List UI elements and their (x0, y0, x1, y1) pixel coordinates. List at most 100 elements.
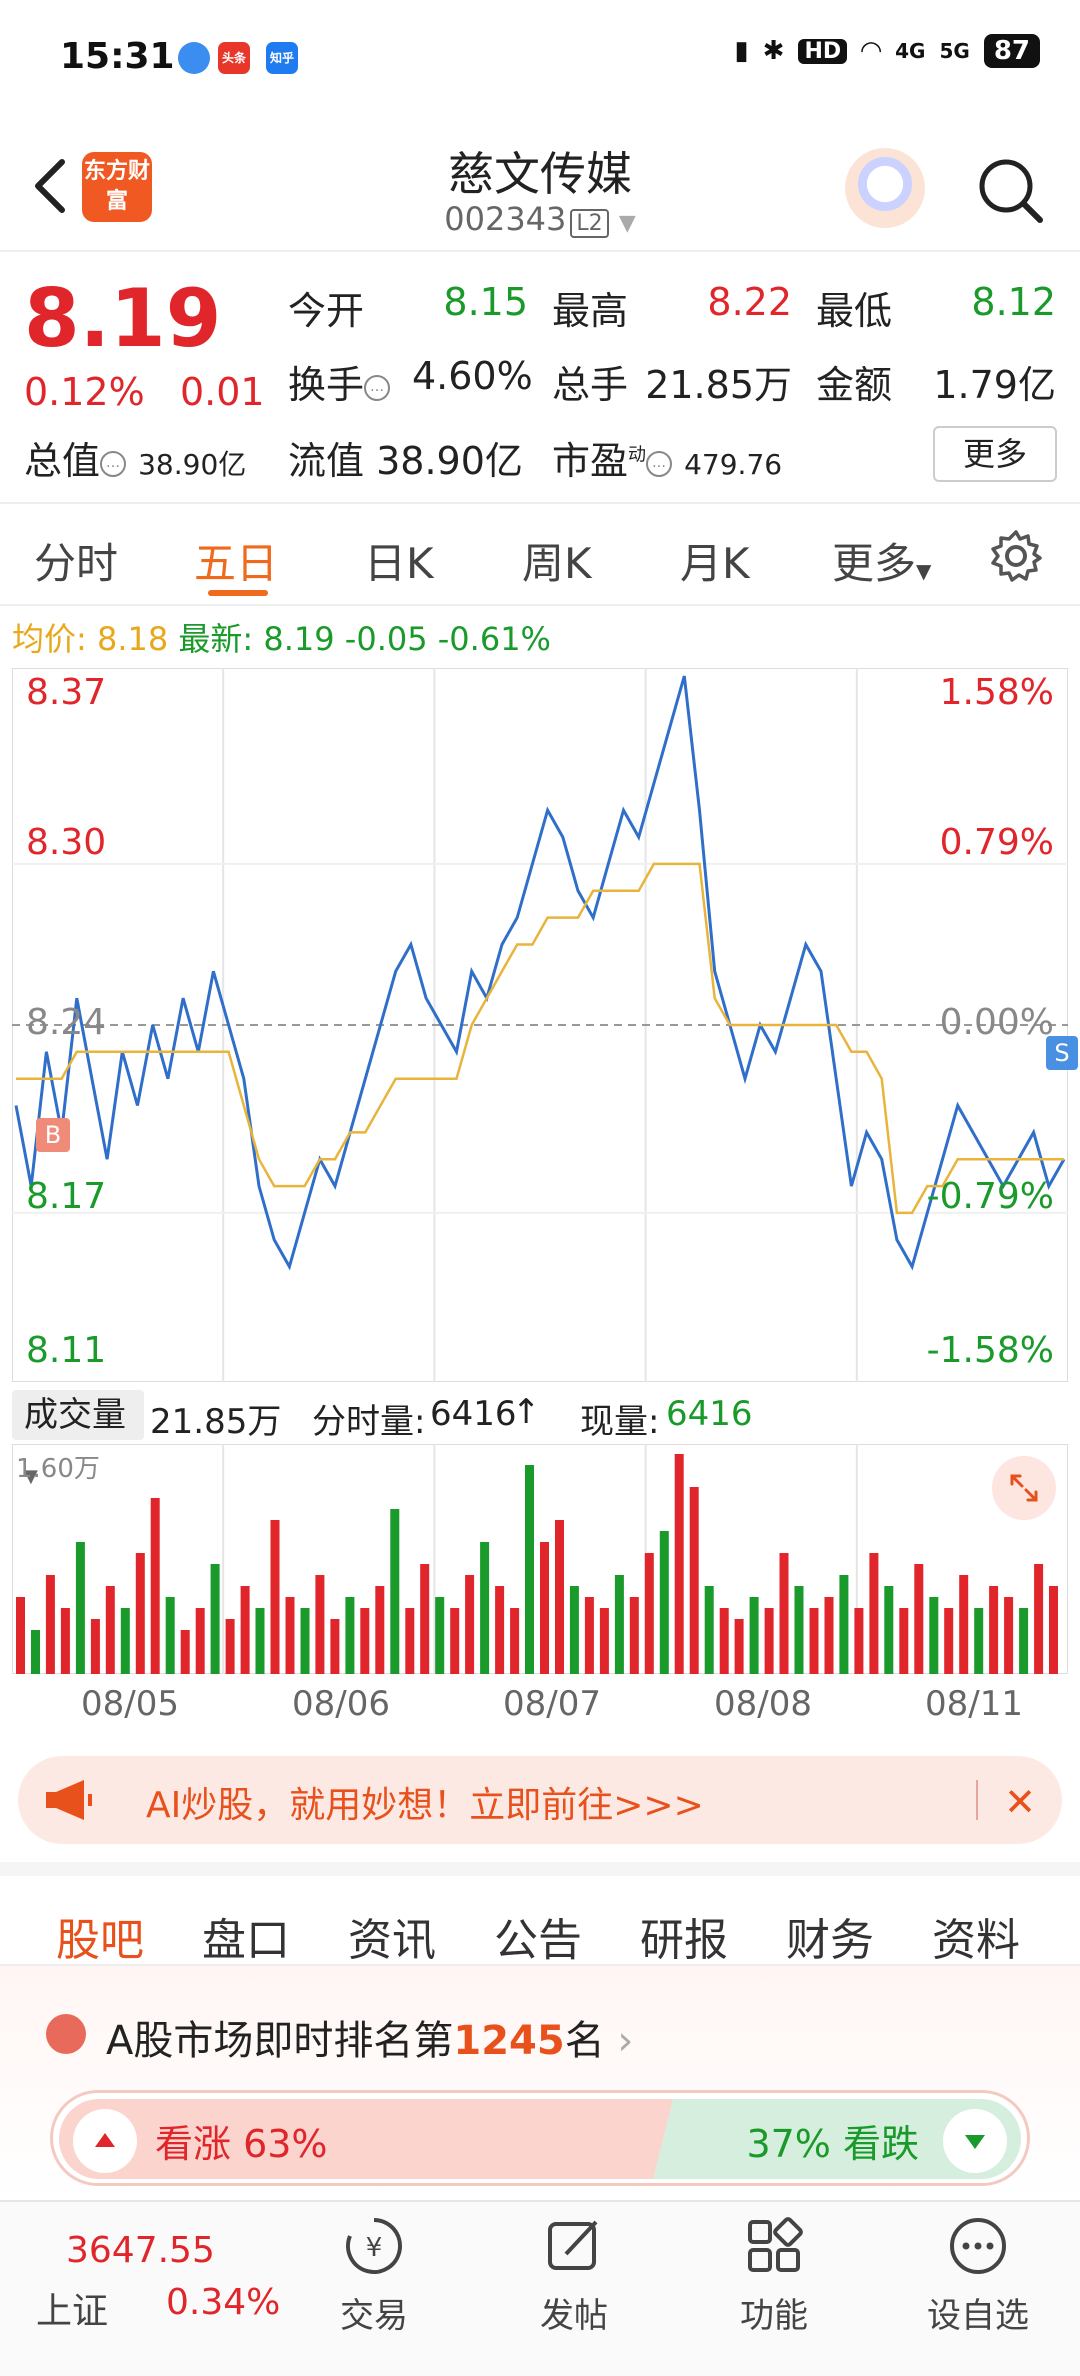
volume-bar (704, 1586, 714, 1674)
tab-news[interactable]: 资讯 (348, 1904, 436, 1968)
y-tick-left: 8.30 (26, 822, 107, 863)
nav-trade[interactable]: ¥ 交易 (304, 2214, 444, 2337)
rank-number: 1245 (453, 2018, 565, 2064)
tab-guba[interactable]: 股吧 (56, 1904, 144, 1968)
date-axis: 08/05 08/06 08/07 08/08 08/11 (12, 1684, 1068, 1734)
pe-value: 479.76 (684, 448, 783, 481)
pe-row[interactable]: 市盈动… 479.76 (552, 430, 782, 485)
wifi-icon: ◠ (861, 36, 882, 66)
volume-bar (764, 1608, 774, 1674)
nav-functions[interactable]: 功能 (704, 2214, 844, 2337)
volume-bar (450, 1608, 460, 1674)
rank-text[interactable]: A股市场即时排名第1245名 › (106, 2008, 633, 2066)
y-tick-left: 8.37 (26, 672, 107, 713)
volume-bar (824, 1597, 834, 1674)
tab-weekly-k[interactable]: 周K (522, 530, 592, 591)
volume-bar (1019, 1608, 1029, 1674)
search-icon[interactable] (976, 156, 1044, 224)
volume-bar (120, 1608, 130, 1674)
ai-robot-avatar[interactable] (845, 148, 925, 228)
low-value: 8.12 (971, 280, 1056, 324)
date-label: 08/11 (925, 1684, 1023, 1724)
nav-post-label: 发帖 (540, 2296, 608, 2336)
five-day-price-chart[interactable]: 8.37 8.30 8.24 8.17 8.11 1.58% 0.79% 0.0… (11, 667, 1078, 1383)
tab-more-label: 更多 (832, 539, 917, 588)
gear-icon[interactable] (988, 528, 1044, 584)
volume-bar (300, 1608, 310, 1674)
ai-banner-text[interactable]: AI炒股，就用妙想！立即前往>>> (146, 1776, 704, 1828)
more-button[interactable]: 更多 (933, 426, 1057, 482)
expand-icon[interactable] (992, 1456, 1056, 1520)
volume-bar (869, 1553, 879, 1674)
buy-marker[interactable]: B (36, 1118, 70, 1152)
turnover-row[interactable]: 换手… (288, 354, 391, 409)
volume-bar (854, 1608, 864, 1674)
sell-marker[interactable]: S (1046, 1036, 1078, 1070)
volume-chart[interactable]: 1.60万 (11, 1443, 1069, 1675)
current-price: 8.19 (24, 272, 222, 365)
bear-vote-button[interactable] (943, 2109, 1007, 2173)
tab-announcements[interactable]: 公告 (494, 1904, 582, 1968)
tab-order-book[interactable]: 盘口 (202, 1904, 290, 1968)
zhihu-app-icon: 知乎 (266, 42, 298, 74)
volume-bar (674, 1454, 684, 1674)
bear-label: 37% 看跌 (746, 2122, 919, 2166)
volume-bar (180, 1630, 190, 1674)
minute-volume-value: 6416 (430, 1394, 517, 1434)
clock: 15:31 (60, 36, 175, 77)
volume-bar (165, 1597, 175, 1674)
volume-bar (959, 1575, 969, 1674)
toutiao-app-icon: 头条 (218, 42, 250, 74)
info-icon: … (646, 450, 673, 477)
more-dots-icon (950, 2218, 1006, 2274)
tab-daily-k[interactable]: 日K (364, 530, 434, 591)
info-icon: … (100, 450, 127, 477)
tab-finance[interactable]: 财务 (786, 1904, 874, 1968)
bull-fill (59, 2099, 677, 2179)
volume-selector[interactable]: 成交量 ▼ (12, 1390, 144, 1487)
tab-intraday[interactable]: 分时 (34, 530, 118, 591)
volume-bar (929, 1597, 939, 1674)
volume-bar (345, 1597, 355, 1674)
ranking-chart-icon (46, 2014, 86, 2054)
volume-bar (794, 1586, 804, 1674)
volume-bar (914, 1564, 924, 1674)
turnover-label: 换手 (288, 363, 365, 407)
svg-text:¥: ¥ (366, 2233, 383, 2263)
amount-value: 1.79亿 (933, 363, 1056, 407)
volume-bar (435, 1597, 445, 1674)
mktcap-row[interactable]: 总值… 38.90亿 (24, 430, 246, 485)
volume-bar (689, 1487, 699, 1674)
stock-code: 002343 (444, 200, 567, 238)
nav-add-watchlist[interactable]: 设自选 (908, 2214, 1048, 2337)
ai-promo-banner[interactable]: AI炒股，就用妙想！立即前往>>> ✕ (18, 1756, 1062, 1844)
close-icon[interactable]: ✕ (1004, 1780, 1036, 1824)
dropdown-triangle-icon: ▼ (916, 559, 932, 583)
tab-more[interactable]: 更多▼ (832, 530, 931, 591)
grid-icon (748, 2217, 803, 2272)
market-rank-card[interactable]: A股市场即时排名第1245名 › 看涨 63% 37% 看跌 (0, 1966, 1080, 2200)
avg-value: 8.18 (96, 620, 169, 658)
tab-monthly-k[interactable]: 月K (680, 530, 750, 591)
bull-vote-button[interactable] (73, 2109, 137, 2173)
y-tick-right: 0.00% (939, 1002, 1054, 1043)
edit-icon (548, 2220, 598, 2270)
volume-bar (734, 1619, 744, 1674)
tab-five-day[interactable]: 五日 (194, 530, 278, 591)
dropdown-triangle-icon: ▼ (618, 211, 636, 236)
volume-bar (899, 1608, 909, 1674)
nav-post[interactable]: 发帖 (504, 2214, 644, 2337)
current-volume-label: 现量: (580, 1402, 660, 1442)
float-value: 38.90亿 (376, 439, 523, 483)
content-tabs: 股吧 盘口 资讯 公告 研报 财务 资料 (0, 1862, 1080, 1974)
triangle-down-icon (965, 2135, 985, 2149)
y-tick-left: 8.11 (26, 1330, 107, 1371)
volume-bar (150, 1498, 160, 1674)
tab-profile[interactable]: 资料 (932, 1904, 1020, 1968)
volume-bar (105, 1586, 115, 1674)
volume-bar (974, 1608, 984, 1674)
tab-research[interactable]: 研报 (640, 1904, 728, 1968)
volume-header: 成交量 ▼ 21.85万 分时量: 6416 ↑ 现量: 6416 (12, 1388, 1068, 1487)
volume-bar (659, 1531, 669, 1674)
volume-bar (495, 1586, 505, 1674)
